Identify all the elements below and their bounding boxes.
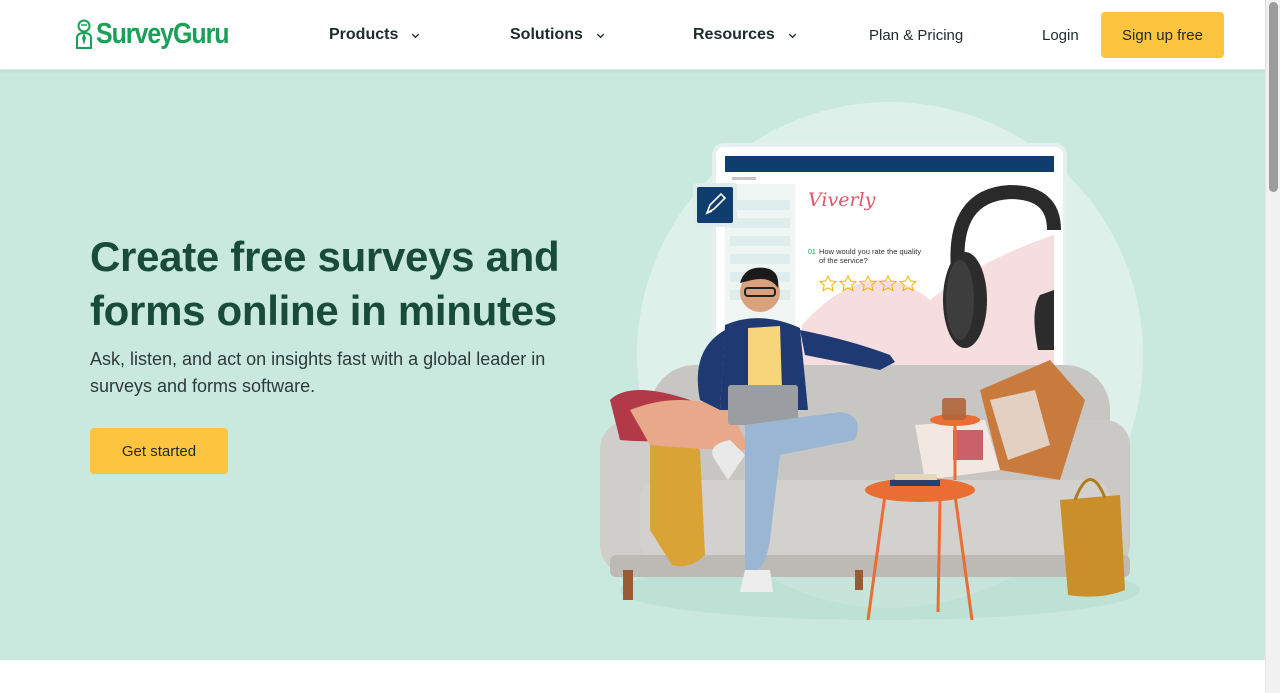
nav-products[interactable]: Products bbox=[329, 24, 421, 46]
nav-resources-label: Resources bbox=[693, 26, 775, 43]
mockup-brand-name: Viverly bbox=[808, 189, 876, 211]
hero-section: Create free surveys and forms online in … bbox=[0, 70, 1265, 660]
chevron-down-icon bbox=[596, 33, 605, 38]
hero-subhead: Ask, listen, and act on insights fast wi… bbox=[90, 349, 546, 396]
nav-products-label: Products bbox=[329, 26, 399, 43]
nav-solutions-label: Solutions bbox=[510, 26, 583, 43]
hero-headline: Create free surveys and forms online in … bbox=[90, 233, 560, 334]
page-scrollbar[interactable] bbox=[1265, 0, 1280, 693]
logo-link[interactable]: SurveyGuru bbox=[75, 17, 250, 51]
next-section-edge bbox=[0, 660, 1265, 693]
nav-login[interactable]: Login bbox=[1042, 24, 1079, 46]
mockup-question-line1: How would you rate the quality bbox=[819, 247, 921, 256]
nav-plan-pricing[interactable]: Plan & Pricing bbox=[869, 24, 963, 46]
mockup-question-number: 01 bbox=[808, 249, 816, 256]
scrollbar-thumb[interactable] bbox=[1269, 2, 1278, 192]
person-mascot-icon bbox=[75, 19, 93, 49]
nav-solutions[interactable]: Solutions bbox=[510, 24, 606, 46]
nav-resources[interactable]: Resources bbox=[693, 24, 798, 46]
chevron-down-icon bbox=[788, 33, 796, 38]
signup-button[interactable]: Sign up free bbox=[1101, 12, 1224, 58]
get-started-button[interactable]: Get started bbox=[90, 428, 228, 474]
brand-name: SurveyGuru bbox=[96, 17, 229, 50]
chevron-down-icon bbox=[412, 33, 420, 38]
pen-edit-icon bbox=[693, 183, 737, 227]
site-header: SurveyGuru Products Solutions Resources … bbox=[0, 0, 1265, 70]
hero-illustration: Viverly 01 How would you rate the qualit… bbox=[600, 102, 1143, 621]
mockup-question-line2: of the service? bbox=[819, 256, 868, 265]
